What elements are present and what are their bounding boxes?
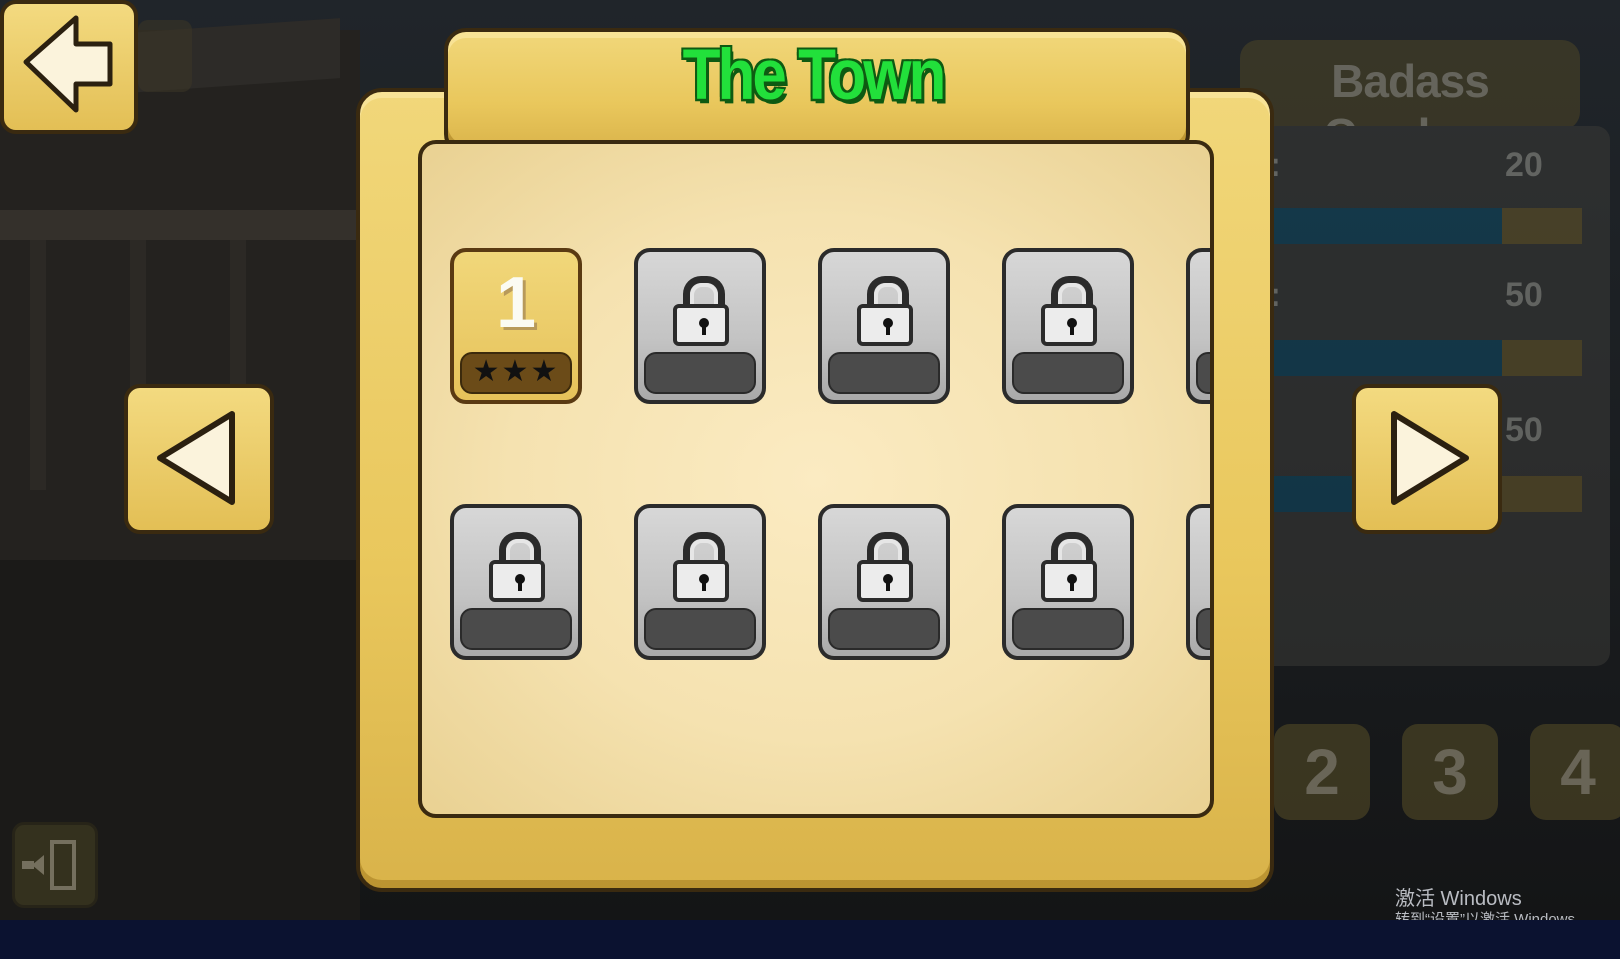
lock-icon (1041, 276, 1097, 346)
triangle-right-icon (1391, 411, 1469, 505)
lock-icon (673, 532, 729, 602)
lock-icon (489, 532, 545, 602)
stat-value: 20 (1505, 146, 1543, 184)
like-icon[interactable] (138, 20, 192, 92)
character-panel: Badass Cowboy i: 20 i: 50 : 50 (1240, 40, 1620, 680)
level-tile-1[interactable]: 1 ★★★ (450, 248, 582, 404)
level-tile-locked[interactable] (634, 248, 766, 404)
level-stars: ★★★ (472, 355, 560, 388)
page-button-2[interactable]: 2 (1274, 724, 1370, 820)
stat-value: 50 (1505, 411, 1543, 449)
level-grid: 1 ★★★ (418, 140, 1214, 818)
lock-icon (857, 276, 913, 346)
back-button[interactable] (0, 0, 138, 134)
exit-button[interactable] (12, 822, 98, 908)
exit-door-icon (22, 840, 76, 890)
lock-icon (1041, 532, 1097, 602)
level-tile-locked[interactable] (818, 504, 950, 660)
stat-value: 50 (1505, 276, 1543, 314)
page-button-4[interactable]: 4 (1530, 724, 1620, 820)
back-arrow-icon (23, 15, 113, 113)
lock-icon (673, 276, 729, 346)
level-tile-locked[interactable] (450, 504, 582, 660)
level-tile-partial[interactable] (1186, 504, 1210, 660)
level-tile-partial[interactable] (1186, 248, 1210, 404)
triangle-left-icon (157, 411, 235, 505)
area-title: The Town (682, 35, 947, 116)
lock-icon (857, 532, 913, 602)
prev-page-button[interactable] (124, 384, 274, 534)
stat-bar (1270, 340, 1502, 376)
next-page-button[interactable] (1352, 384, 1502, 534)
level-tile-locked[interactable] (1002, 504, 1134, 660)
level-tile-locked[interactable] (1002, 248, 1134, 404)
level-tile-locked[interactable] (818, 248, 950, 404)
level-number: 1 (495, 263, 537, 343)
level-tile-locked[interactable] (634, 504, 766, 660)
stat-bar (1270, 208, 1502, 244)
taskbar (0, 920, 1620, 959)
page-button-3[interactable]: 3 (1402, 724, 1498, 820)
activation-watermark-title: 激活 Windows (1395, 888, 1522, 910)
